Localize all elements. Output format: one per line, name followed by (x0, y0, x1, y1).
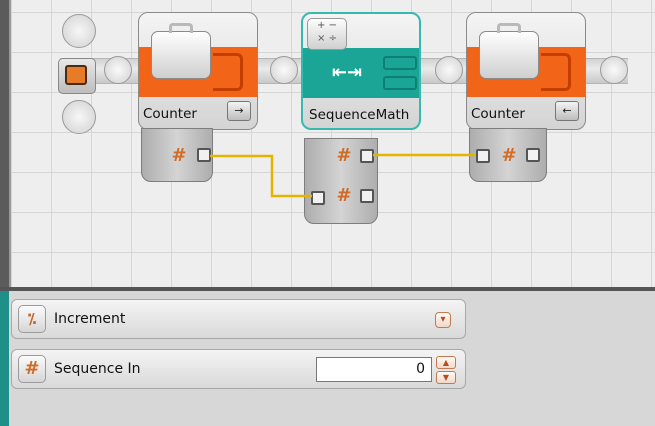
arrow-right-icon: → (227, 101, 251, 121)
start-point (58, 14, 98, 134)
operation-row[interactable]: ⁒ Increment ▾ (11, 299, 466, 339)
beam-connector (104, 56, 132, 84)
configuration-panel: ⁒ Increment ▾ # Sequence In 0 ▲ ▼ (0, 291, 655, 426)
arrow-left-icon: ← (555, 101, 579, 121)
beam-connector (600, 56, 628, 84)
beam-connector (270, 56, 298, 84)
number-icon: # (336, 185, 352, 206)
block-label: Counter (471, 106, 525, 122)
output-port[interactable] (197, 148, 211, 162)
number-icon: # (171, 145, 187, 166)
sequence-in-stepper[interactable]: ▲ ▼ (436, 356, 456, 384)
stepper-down-icon[interactable]: ▼ (436, 371, 456, 384)
chevron-down-icon[interactable]: ▾ (435, 312, 451, 328)
number-icon: # (18, 355, 46, 383)
math-operators-icon: + − × ÷ (307, 18, 347, 50)
number-icon: # (336, 145, 352, 166)
sequence-math-block[interactable]: + − × ÷ ⇤⇥ SequenceMath (301, 12, 421, 130)
data-hub-counter-out[interactable]: # (469, 128, 547, 182)
stepper-up-icon[interactable]: ▲ (436, 356, 456, 369)
output-port[interactable] (360, 149, 374, 163)
data-hub-counter-in[interactable]: # (141, 128, 213, 182)
sequence-in-row: # Sequence In 0 ▲ ▼ (11, 349, 466, 389)
output-port[interactable] (360, 189, 374, 203)
start-disc-top (62, 14, 96, 48)
start-disc-bottom (62, 100, 96, 134)
plug-connector-icon (541, 53, 571, 91)
briefcase-icon (479, 23, 539, 79)
operation-icon: ⁒ (18, 305, 46, 333)
input-port[interactable] (311, 191, 325, 205)
beam-connector (435, 56, 463, 84)
block-label: Counter (143, 106, 197, 122)
plug-connector-icon (213, 53, 243, 91)
sequence-in-label: Sequence In (54, 361, 141, 377)
slot-icon (383, 76, 417, 90)
counter-block-in[interactable]: Counter → (138, 12, 258, 130)
program-canvas[interactable]: Counter → # + − × ÷ ⇤⇥ SequenceMath # # C… (0, 0, 655, 287)
window-edge (0, 0, 9, 287)
panel-edge (0, 291, 9, 426)
number-icon: # (501, 145, 517, 166)
data-wire (210, 154, 312, 198)
data-hub-sequence-math[interactable]: # # (304, 138, 378, 224)
block-label: SequenceMath (309, 107, 410, 123)
counter-block-out[interactable]: Counter ← (466, 12, 586, 130)
input-port[interactable] (476, 149, 490, 163)
range-arrows-icon: ⇤⇥ (331, 62, 363, 83)
output-port[interactable] (526, 148, 540, 162)
sequence-in-input[interactable]: 0 (316, 357, 432, 382)
operation-label: Increment (54, 311, 126, 327)
start-icon[interactable] (58, 58, 96, 94)
window-edge (9, 0, 11, 287)
briefcase-icon (151, 23, 211, 79)
slot-icon (383, 56, 417, 70)
